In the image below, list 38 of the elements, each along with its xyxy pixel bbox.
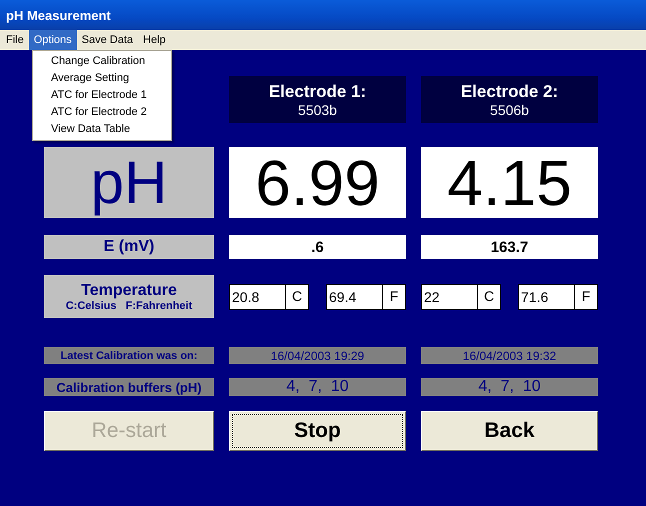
menu-item[interactable]: Help (138, 30, 171, 50)
mv-reading: 163.7 (421, 235, 598, 259)
celsius-field: 22 (421, 284, 478, 310)
mv-reading: .6 (229, 235, 406, 259)
menu-option[interactable]: Average Setting (33, 70, 171, 87)
menu-option[interactable]: ATC for Electrode 2 (33, 104, 171, 121)
ph-reading: 6.99 (229, 147, 406, 218)
ph-label: pH (44, 147, 214, 218)
menu-option[interactable]: Change Calibration (33, 53, 171, 70)
menu-item[interactable]: Options (28, 30, 77, 50)
window-title: pH Measurement (6, 8, 111, 22)
fahrenheit-field: 71.6 (518, 284, 575, 310)
electrode-id: 5506b (490, 102, 529, 118)
menu-option[interactable]: ATC for Electrode 1 (33, 87, 171, 104)
fahrenheit-field: 69.4 (326, 284, 383, 310)
mv-label: E (mV) (44, 235, 214, 259)
action-button[interactable]: Stop (229, 411, 406, 451)
buffer-values: 4, 7, 10 (229, 378, 406, 396)
calibration-label: Latest Calibration was on: (44, 347, 214, 364)
ph-reading: 4.15 (421, 147, 598, 218)
unit-label: F (383, 284, 406, 310)
calibration-date: 16/04/2003 19:32 (421, 347, 598, 364)
menu-option[interactable]: View Data Table (33, 121, 171, 138)
menu-item[interactable]: Save Data (76, 30, 138, 50)
electrode-id: 5503b (298, 102, 337, 118)
celsius-field: 20.8 (229, 284, 286, 310)
unit-legend: C:Celsius F:Fahrenheit (66, 300, 192, 312)
unit-label: C (286, 284, 309, 310)
electrode-name: Electrode 1: (268, 82, 366, 102)
temperature-label: Temperature (81, 282, 177, 300)
unit-label: C (478, 284, 501, 310)
calibration-date: 16/04/2003 19:29 (229, 347, 406, 364)
buffers-label: Calibration buffers (pH) (44, 378, 214, 396)
electrode-name: Electrode 2: (460, 82, 558, 102)
unit-label: F (575, 284, 598, 310)
buffer-values: 4, 7, 10 (421, 378, 598, 396)
action-button[interactable]: Back (421, 411, 598, 451)
menu-item[interactable]: File (1, 30, 29, 50)
